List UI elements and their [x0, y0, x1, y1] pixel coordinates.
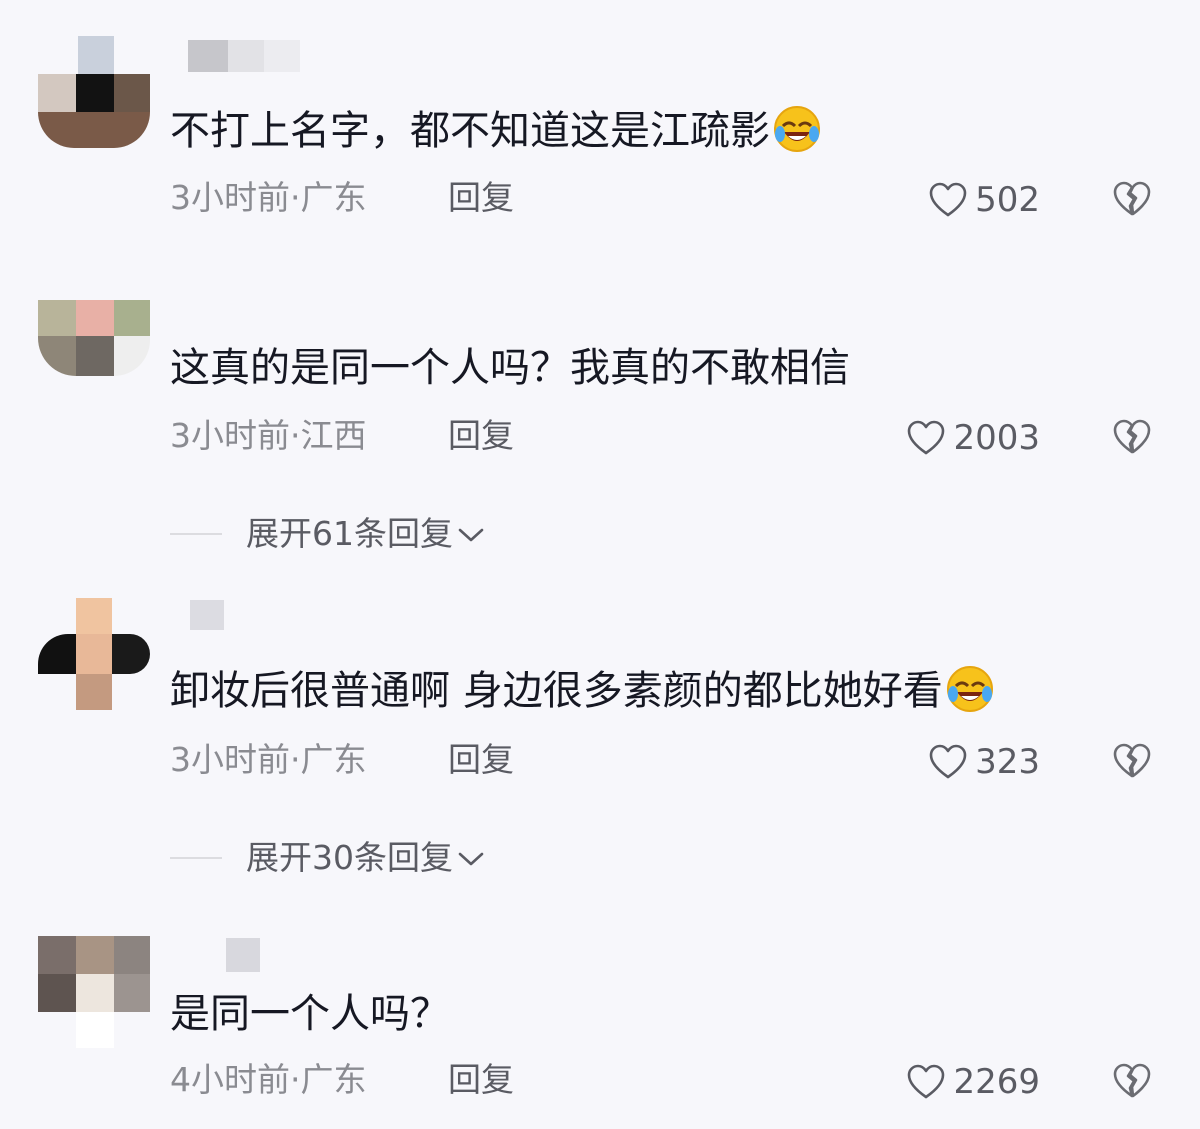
divider-line — [170, 533, 222, 535]
comment-text: 这真的是同一个人吗？我真的不敢相信 — [170, 345, 850, 391]
divider-line — [170, 857, 222, 859]
like-button[interactable]: 323 — [929, 742, 1040, 782]
expand-replies-label: 展开30条回复 — [246, 838, 453, 877]
dislike-button[interactable] — [1112, 742, 1152, 782]
like-count: 323 — [975, 742, 1040, 782]
avatar[interactable] — [38, 598, 150, 710]
broken-heart-icon — [1112, 1062, 1152, 1100]
dislike-button[interactable] — [1112, 418, 1152, 458]
like-count: 2269 — [953, 1062, 1040, 1102]
like-button[interactable]: 2003 — [907, 418, 1040, 458]
comment-text: 是同一个人吗？ — [170, 991, 450, 1037]
broken-heart-icon — [1112, 418, 1152, 456]
heart-outline-icon — [907, 420, 945, 456]
comment-text: 不打上名字，都不知道这是江疏影 — [170, 104, 822, 157]
comment-meta: 3小时前·广东 — [170, 740, 367, 779]
heart-outline-icon — [907, 1064, 945, 1100]
reply-button[interactable]: 回复 — [448, 416, 514, 456]
heart-outline-icon — [929, 744, 967, 780]
grinning-tears-emoji-icon — [945, 664, 995, 714]
username-blurred[interactable] — [170, 40, 300, 76]
heart-outline-icon — [929, 182, 967, 218]
grinning-tears-emoji-icon — [772, 104, 822, 154]
comment-text: 卸妆后很普通啊 身边很多素颜的都比她好看 — [170, 664, 995, 717]
like-button[interactable]: 2269 — [907, 1062, 1040, 1102]
broken-heart-icon — [1112, 180, 1152, 218]
comment-meta: 3小时前·江西 — [170, 416, 367, 455]
expand-replies-button[interactable]: 展开30条回复 — [170, 838, 485, 878]
expand-replies-button[interactable]: 展开61条回复 — [170, 514, 485, 554]
reply-button[interactable]: 回复 — [448, 1060, 514, 1100]
dislike-button[interactable] — [1112, 180, 1152, 220]
comment-meta: 4小时前·广东 — [170, 1060, 367, 1099]
dislike-button[interactable] — [1112, 1062, 1152, 1102]
like-button[interactable]: 502 — [929, 180, 1040, 220]
username-blurred[interactable] — [170, 600, 300, 636]
avatar[interactable] — [38, 300, 150, 412]
avatar[interactable] — [38, 936, 150, 1048]
chevron-down-icon — [457, 838, 485, 878]
expand-replies-label: 展开61条回复 — [246, 514, 453, 553]
avatar[interactable] — [38, 36, 150, 148]
reply-button[interactable]: 回复 — [448, 178, 514, 218]
reply-button[interactable]: 回复 — [448, 740, 514, 780]
username-blurred[interactable] — [170, 938, 300, 974]
like-count: 2003 — [953, 418, 1040, 458]
broken-heart-icon — [1112, 742, 1152, 780]
like-count: 502 — [975, 180, 1040, 220]
chevron-down-icon — [457, 514, 485, 554]
comment-meta: 3小时前·广东 — [170, 178, 367, 217]
